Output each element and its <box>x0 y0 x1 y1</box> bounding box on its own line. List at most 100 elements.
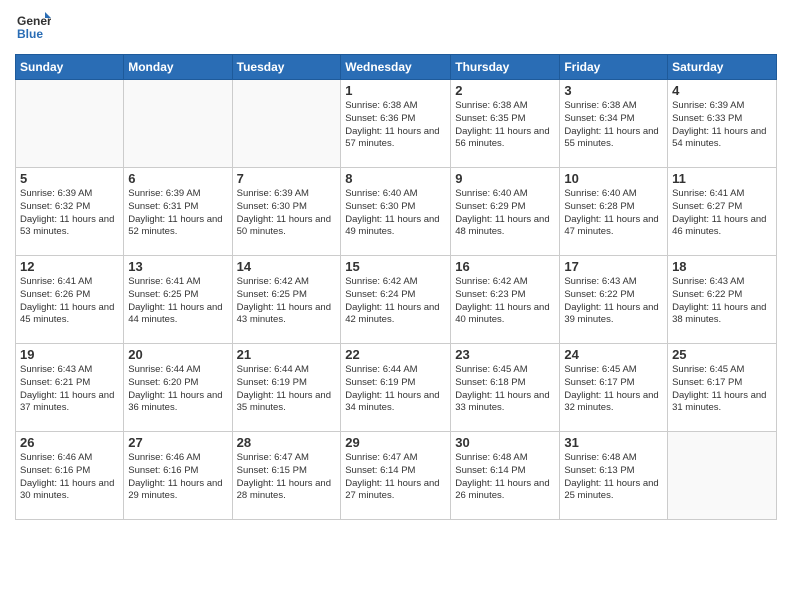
day-info: Sunrise: 6:41 AM Sunset: 6:25 PM Dayligh… <box>128 276 227 327</box>
calendar-cell: 21 Sunrise: 6:44 AM Sunset: 6:19 PM Dayli… <box>232 344 341 432</box>
calendar-cell: 24 Sunrise: 6:45 AM Sunset: 6:17 PM Dayli… <box>560 344 668 432</box>
calendar-week-row: 1 Sunrise: 6:38 AM Sunset: 6:36 PM Daylig… <box>16 80 777 168</box>
day-number: 15 <box>345 259 446 274</box>
calendar-cell: 5 Sunrise: 6:39 AM Sunset: 6:32 PM Daylig… <box>16 168 124 256</box>
logo-svg: General Blue <box>15 10 51 46</box>
calendar-cell: 14 Sunrise: 6:42 AM Sunset: 6:25 PM Dayli… <box>232 256 341 344</box>
day-info: Sunrise: 6:40 AM Sunset: 6:28 PM Dayligh… <box>564 188 663 239</box>
day-number: 6 <box>128 171 227 186</box>
day-info: Sunrise: 6:44 AM Sunset: 6:19 PM Dayligh… <box>345 364 446 415</box>
day-info: Sunrise: 6:39 AM Sunset: 6:33 PM Dayligh… <box>672 100 772 151</box>
day-number: 20 <box>128 347 227 362</box>
calendar-cell <box>232 80 341 168</box>
day-info: Sunrise: 6:43 AM Sunset: 6:22 PM Dayligh… <box>672 276 772 327</box>
calendar-week-row: 12 Sunrise: 6:41 AM Sunset: 6:26 PM Dayli… <box>16 256 777 344</box>
day-number: 14 <box>237 259 337 274</box>
calendar-cell: 26Sunrise: 6:46 AM Sunset: 6:16 PM Dayli… <box>16 432 124 520</box>
day-info: Sunrise: 6:44 AM Sunset: 6:20 PM Dayligh… <box>128 364 227 415</box>
day-number: 29 <box>345 435 446 450</box>
day-number: 28 <box>237 435 337 450</box>
day-number: 7 <box>237 171 337 186</box>
day-number: 19 <box>20 347 119 362</box>
day-info: Sunrise: 6:42 AM Sunset: 6:23 PM Dayligh… <box>455 276 555 327</box>
calendar-cell: 31 Sunrise: 6:48 AM Sunset: 6:13 PM Dayli… <box>560 432 668 520</box>
day-info: Sunrise: 6:40 AM Sunset: 6:30 PM Dayligh… <box>345 188 446 239</box>
day-info: Sunrise: 6:45 AM Sunset: 6:17 PM Dayligh… <box>672 364 772 415</box>
day-info: Sunrise: 6:38 AM Sunset: 6:34 PM Dayligh… <box>564 100 663 151</box>
calendar-cell: 27 Sunrise: 6:46 AM Sunset: 6:16 PM Dayli… <box>124 432 232 520</box>
day-info: Sunrise: 6:47 AM Sunset: 6:14 PM Dayligh… <box>345 452 446 503</box>
day-number: 23 <box>455 347 555 362</box>
day-number: 22 <box>345 347 446 362</box>
day-info: Sunrise: 6:42 AM Sunset: 6:25 PM Dayligh… <box>237 276 337 327</box>
day-number: 4 <box>672 83 772 98</box>
day-of-week-header: Sunday <box>16 55 124 80</box>
day-info: Sunrise: 6:38 AM Sunset: 6:35 PM Dayligh… <box>455 100 555 151</box>
day-of-week-header: Thursday <box>451 55 560 80</box>
calendar-week-row: 26Sunrise: 6:46 AM Sunset: 6:16 PM Dayli… <box>16 432 777 520</box>
calendar-cell <box>16 80 124 168</box>
day-number: 13 <box>128 259 227 274</box>
svg-text:Blue: Blue <box>17 27 43 41</box>
day-number: 10 <box>564 171 663 186</box>
day-of-week-header: Saturday <box>668 55 777 80</box>
day-of-week-header: Wednesday <box>341 55 451 80</box>
day-info: Sunrise: 6:43 AM Sunset: 6:21 PM Dayligh… <box>20 364 119 415</box>
calendar-week-row: 5 Sunrise: 6:39 AM Sunset: 6:32 PM Daylig… <box>16 168 777 256</box>
day-info: Sunrise: 6:40 AM Sunset: 6:29 PM Dayligh… <box>455 188 555 239</box>
day-number: 11 <box>672 171 772 186</box>
calendar-cell: 6 Sunrise: 6:39 AM Sunset: 6:31 PM Daylig… <box>124 168 232 256</box>
calendar-cell: 19 Sunrise: 6:43 AM Sunset: 6:21 PM Dayli… <box>16 344 124 432</box>
day-info: Sunrise: 6:39 AM Sunset: 6:31 PM Dayligh… <box>128 188 227 239</box>
calendar-cell: 30 Sunrise: 6:48 AM Sunset: 6:14 PM Dayli… <box>451 432 560 520</box>
calendar-cell: 29 Sunrise: 6:47 AM Sunset: 6:14 PM Dayli… <box>341 432 451 520</box>
day-info: Sunrise: 6:39 AM Sunset: 6:30 PM Dayligh… <box>237 188 337 239</box>
day-number: 2 <box>455 83 555 98</box>
day-number: 21 <box>237 347 337 362</box>
calendar-cell: 20 Sunrise: 6:44 AM Sunset: 6:20 PM Dayli… <box>124 344 232 432</box>
day-number: 31 <box>564 435 663 450</box>
day-of-week-header: Friday <box>560 55 668 80</box>
calendar-cell: 4 Sunrise: 6:39 AM Sunset: 6:33 PM Daylig… <box>668 80 777 168</box>
calendar-cell: 11 Sunrise: 6:41 AM Sunset: 6:27 PM Dayli… <box>668 168 777 256</box>
day-info: Sunrise: 6:45 AM Sunset: 6:17 PM Dayligh… <box>564 364 663 415</box>
day-number: 25 <box>672 347 772 362</box>
calendar-cell: 2 Sunrise: 6:38 AM Sunset: 6:35 PM Daylig… <box>451 80 560 168</box>
calendar-cell: 17 Sunrise: 6:43 AM Sunset: 6:22 PM Dayli… <box>560 256 668 344</box>
day-info: Sunrise: 6:45 AM Sunset: 6:18 PM Dayligh… <box>455 364 555 415</box>
day-info: Sunrise: 6:46 AM Sunset: 6:16 PM Dayligh… <box>128 452 227 503</box>
day-info: Sunrise: 6:44 AM Sunset: 6:19 PM Dayligh… <box>237 364 337 415</box>
calendar-cell: 25 Sunrise: 6:45 AM Sunset: 6:17 PM Dayli… <box>668 344 777 432</box>
day-info: Sunrise: 6:38 AM Sunset: 6:36 PM Dayligh… <box>345 100 446 151</box>
calendar-cell: 9 Sunrise: 6:40 AM Sunset: 6:29 PM Daylig… <box>451 168 560 256</box>
calendar-header-row: SundayMondayTuesdayWednesdayThursdayFrid… <box>16 55 777 80</box>
calendar-cell: 1 Sunrise: 6:38 AM Sunset: 6:36 PM Daylig… <box>341 80 451 168</box>
day-info: Sunrise: 6:48 AM Sunset: 6:13 PM Dayligh… <box>564 452 663 503</box>
day-info: Sunrise: 6:39 AM Sunset: 6:32 PM Dayligh… <box>20 188 119 239</box>
day-number: 27 <box>128 435 227 450</box>
day-number: 17 <box>564 259 663 274</box>
day-info: Sunrise: 6:47 AM Sunset: 6:15 PM Dayligh… <box>237 452 337 503</box>
day-number: 9 <box>455 171 555 186</box>
day-number: 24 <box>564 347 663 362</box>
day-number: 3 <box>564 83 663 98</box>
calendar-cell: 8Sunrise: 6:40 AM Sunset: 6:30 PM Daylig… <box>341 168 451 256</box>
calendar-cell: 28 Sunrise: 6:47 AM Sunset: 6:15 PM Dayli… <box>232 432 341 520</box>
day-number: 30 <box>455 435 555 450</box>
calendar-cell: 7 Sunrise: 6:39 AM Sunset: 6:30 PM Daylig… <box>232 168 341 256</box>
day-info: Sunrise: 6:41 AM Sunset: 6:27 PM Dayligh… <box>672 188 772 239</box>
day-info: Sunrise: 6:48 AM Sunset: 6:14 PM Dayligh… <box>455 452 555 503</box>
day-info: Sunrise: 6:43 AM Sunset: 6:22 PM Dayligh… <box>564 276 663 327</box>
calendar-table: SundayMondayTuesdayWednesdayThursdayFrid… <box>15 54 777 520</box>
calendar-cell <box>668 432 777 520</box>
day-of-week-header: Tuesday <box>232 55 341 80</box>
page-header: General Blue <box>15 10 777 46</box>
day-number: 16 <box>455 259 555 274</box>
day-info: Sunrise: 6:42 AM Sunset: 6:24 PM Dayligh… <box>345 276 446 327</box>
day-info: Sunrise: 6:41 AM Sunset: 6:26 PM Dayligh… <box>20 276 119 327</box>
day-number: 1 <box>345 83 446 98</box>
day-number: 18 <box>672 259 772 274</box>
calendar-cell: 3 Sunrise: 6:38 AM Sunset: 6:34 PM Daylig… <box>560 80 668 168</box>
day-number: 5 <box>20 171 119 186</box>
day-number: 12 <box>20 259 119 274</box>
